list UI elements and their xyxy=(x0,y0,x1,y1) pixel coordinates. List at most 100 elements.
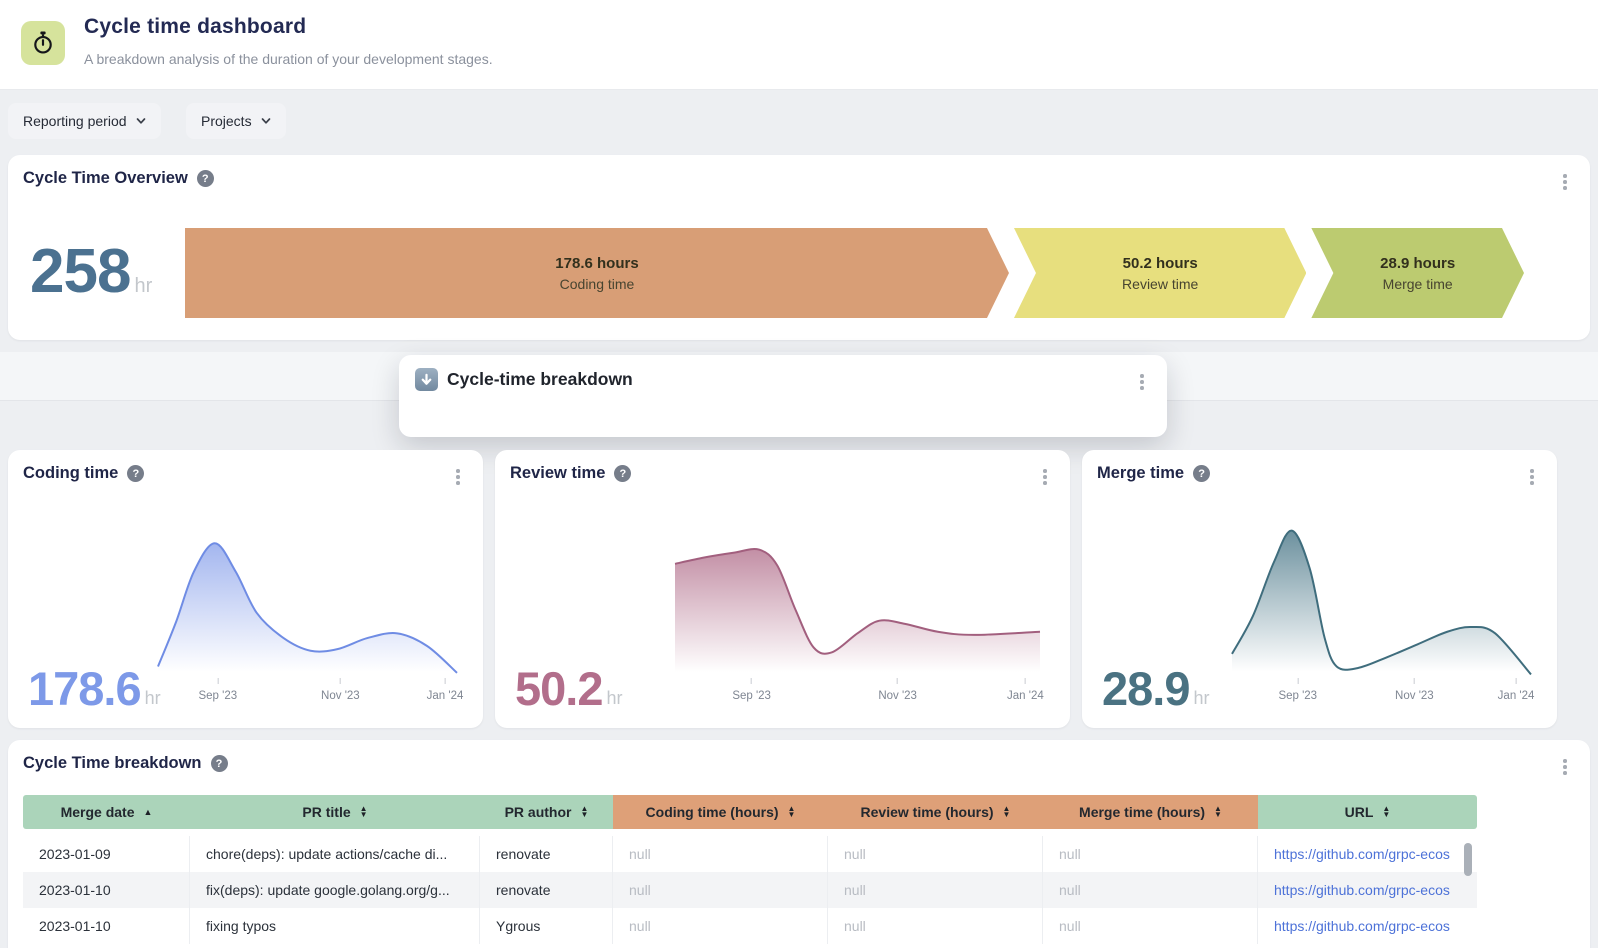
column-label: Coding time (hours) xyxy=(646,804,779,820)
segment-value: 28.9 hours xyxy=(1380,255,1455,272)
table-row: 2023-01-09chore(deps): update actions/ca… xyxy=(23,836,1477,872)
funnel-segment-coding: 178.6 hours Coding time xyxy=(185,228,1009,318)
review-time-card: Review time ? Sep '23Nov '23Jan '24 50.2… xyxy=(495,450,1070,728)
coding-time-card: Coding time ? Sep '23Nov '23Jan '24 178.… xyxy=(8,450,483,728)
chevron-down-icon xyxy=(261,116,271,126)
help-icon[interactable]: ? xyxy=(1193,465,1210,482)
column-header-merge-time-hours[interactable]: Merge time (hours) ▲▼ xyxy=(1043,795,1258,829)
cell-url: https://github.com/grpc-ecos xyxy=(1258,836,1477,872)
x-axis-tick: Jan '24 xyxy=(427,678,464,704)
help-icon[interactable]: ? xyxy=(211,755,228,772)
cell-merge-time: null xyxy=(1043,836,1258,872)
kebab-menu-icon[interactable] xyxy=(1525,468,1539,486)
kebab-menu-icon[interactable] xyxy=(1558,173,1572,191)
pr-url-link[interactable]: https://github.com/grpc-ecos xyxy=(1274,918,1450,934)
cell-url: https://github.com/grpc-ecos xyxy=(1258,872,1477,908)
column-label: Merge date xyxy=(61,804,135,820)
coding-time-area-chart xyxy=(158,518,457,676)
cycle-time-funnel: 178.6 hours Coding time 50.2 hours Revie… xyxy=(185,228,1524,318)
review-time-value: 50.2 hr xyxy=(515,665,623,712)
total-cycle-time: 258 hr xyxy=(30,241,152,303)
cell-coding-time: null xyxy=(613,836,828,872)
cell-merge-date: 2023-01-09 xyxy=(23,836,190,872)
floating-card-title: Cycle-time breakdown xyxy=(447,369,633,390)
sort-icon: ▲▼ xyxy=(1382,806,1390,819)
reporting-period-label: Reporting period xyxy=(23,113,127,129)
cell-merge-date: 2023-01-10 xyxy=(23,908,190,944)
metric-value: 28.9 xyxy=(1102,665,1189,712)
kebab-menu-icon[interactable] xyxy=(1135,373,1149,391)
table-body: 2023-01-09chore(deps): update actions/ca… xyxy=(23,836,1477,944)
column-label: Review time (hours) xyxy=(861,804,994,820)
segment-value: 178.6 hours xyxy=(555,255,638,272)
cycle-time-overview-card: Cycle Time Overview ? 258 hr 178.6 hours… xyxy=(8,155,1590,340)
merge-time-area-chart xyxy=(1232,518,1531,676)
x-axis-tick: Nov '23 xyxy=(1395,678,1434,704)
x-axis-tick: Sep '23 xyxy=(1278,678,1317,704)
overview-title: Cycle Time Overview xyxy=(23,169,188,188)
metric-unit: hr xyxy=(606,688,622,709)
merge-time-x-axis: Sep '23Nov '23Jan '24 xyxy=(1232,678,1531,704)
cell-url: https://github.com/grpc-ecos xyxy=(1258,908,1477,944)
column-header-url[interactable]: URL▲▼ xyxy=(1258,795,1477,829)
cell-coding-time: null xyxy=(613,908,828,944)
sort-asc-icon: ▲ xyxy=(144,808,153,817)
cell-pr-title: fix(deps): update google.golang.org/g... xyxy=(190,872,480,908)
cell-pr-author: renovate xyxy=(480,872,613,908)
x-axis-tick: Sep '23 xyxy=(732,678,771,704)
cell-merge-date: 2023-01-10 xyxy=(23,872,190,908)
table-scrollbar-thumb[interactable] xyxy=(1464,843,1472,876)
coding-time-value: 178.6 hr xyxy=(28,665,161,712)
sort-icon: ▲▼ xyxy=(1214,806,1222,819)
stopwatch-icon xyxy=(21,21,65,65)
table-header-row: Merge date▲PR title▲▼PR author▲▼Coding t… xyxy=(23,795,1477,829)
cell-pr-author: Ygrous xyxy=(480,908,613,944)
reporting-period-dropdown[interactable]: Reporting period xyxy=(8,103,161,139)
table-row: 2023-01-10fixing typosYgrousnullnullnull… xyxy=(23,908,1477,944)
x-axis-tick: Jan '24 xyxy=(1007,678,1044,704)
kebab-menu-icon[interactable] xyxy=(451,468,465,486)
sort-icon: ▲▼ xyxy=(1003,806,1011,819)
column-header-review-time-hours[interactable]: Review time (hours) ▲▼ xyxy=(828,795,1043,829)
funnel-segment-merge: 28.9 hours Merge time xyxy=(1311,228,1524,318)
coding-time-x-axis: Sep '23Nov '23Jan '24 xyxy=(158,678,457,704)
column-header-pr-title[interactable]: PR title ▲▼ xyxy=(190,795,480,829)
table-row: 2023-01-10fix(deps): update google.golan… xyxy=(23,872,1477,908)
x-axis-tick: Nov '23 xyxy=(321,678,360,704)
page-title: Cycle time dashboard xyxy=(84,15,306,39)
total-unit: hr xyxy=(134,275,152,298)
cell-coding-time: null xyxy=(613,872,828,908)
metric-unit: hr xyxy=(145,688,161,709)
kebab-menu-icon[interactable] xyxy=(1038,468,1052,486)
total-value: 258 xyxy=(30,241,130,303)
floating-widget-card[interactable]: Cycle-time breakdown xyxy=(399,355,1167,437)
help-icon[interactable]: ? xyxy=(614,465,631,482)
help-icon[interactable]: ? xyxy=(197,170,214,187)
segment-label: Merge time xyxy=(1383,276,1453,292)
pr-url-link[interactable]: https://github.com/grpc-ecos xyxy=(1274,882,1450,898)
column-label: Merge time (hours) xyxy=(1079,804,1205,820)
funnel-segment-review: 50.2 hours Review time xyxy=(1014,228,1306,318)
segment-label: Coding time xyxy=(560,276,635,292)
column-header-merge-date[interactable]: Merge date ▲ xyxy=(23,795,190,829)
kebab-menu-icon[interactable] xyxy=(1558,758,1572,776)
sort-icon: ▲▼ xyxy=(580,806,588,819)
cell-pr-author: renovate xyxy=(480,836,613,872)
cell-pr-title: chore(deps): update actions/cache di... xyxy=(190,836,480,872)
sort-icon: ▲▼ xyxy=(360,806,368,819)
merge-time-value: 28.9 hr xyxy=(1102,665,1210,712)
page-subtitle: A breakdown analysis of the duration of … xyxy=(84,51,493,67)
column-header-coding-time-hours[interactable]: Coding time (hours)▲▼ xyxy=(613,795,828,829)
column-label: PR title xyxy=(302,804,350,820)
help-icon[interactable]: ? xyxy=(127,465,144,482)
x-axis-tick: Jan '24 xyxy=(1498,678,1535,704)
projects-dropdown[interactable]: Projects xyxy=(186,103,286,139)
column-header-pr-author[interactable]: PR author▲▼ xyxy=(480,795,613,829)
cell-merge-time: null xyxy=(1043,872,1258,908)
pr-url-link[interactable]: https://github.com/grpc-ecos xyxy=(1274,846,1450,862)
x-axis-tick: Nov '23 xyxy=(878,678,917,704)
x-axis-tick: Sep '23 xyxy=(198,678,237,704)
down-arrow-icon xyxy=(415,368,438,391)
chevron-down-icon xyxy=(136,116,146,126)
cell-merge-time: null xyxy=(1043,908,1258,944)
